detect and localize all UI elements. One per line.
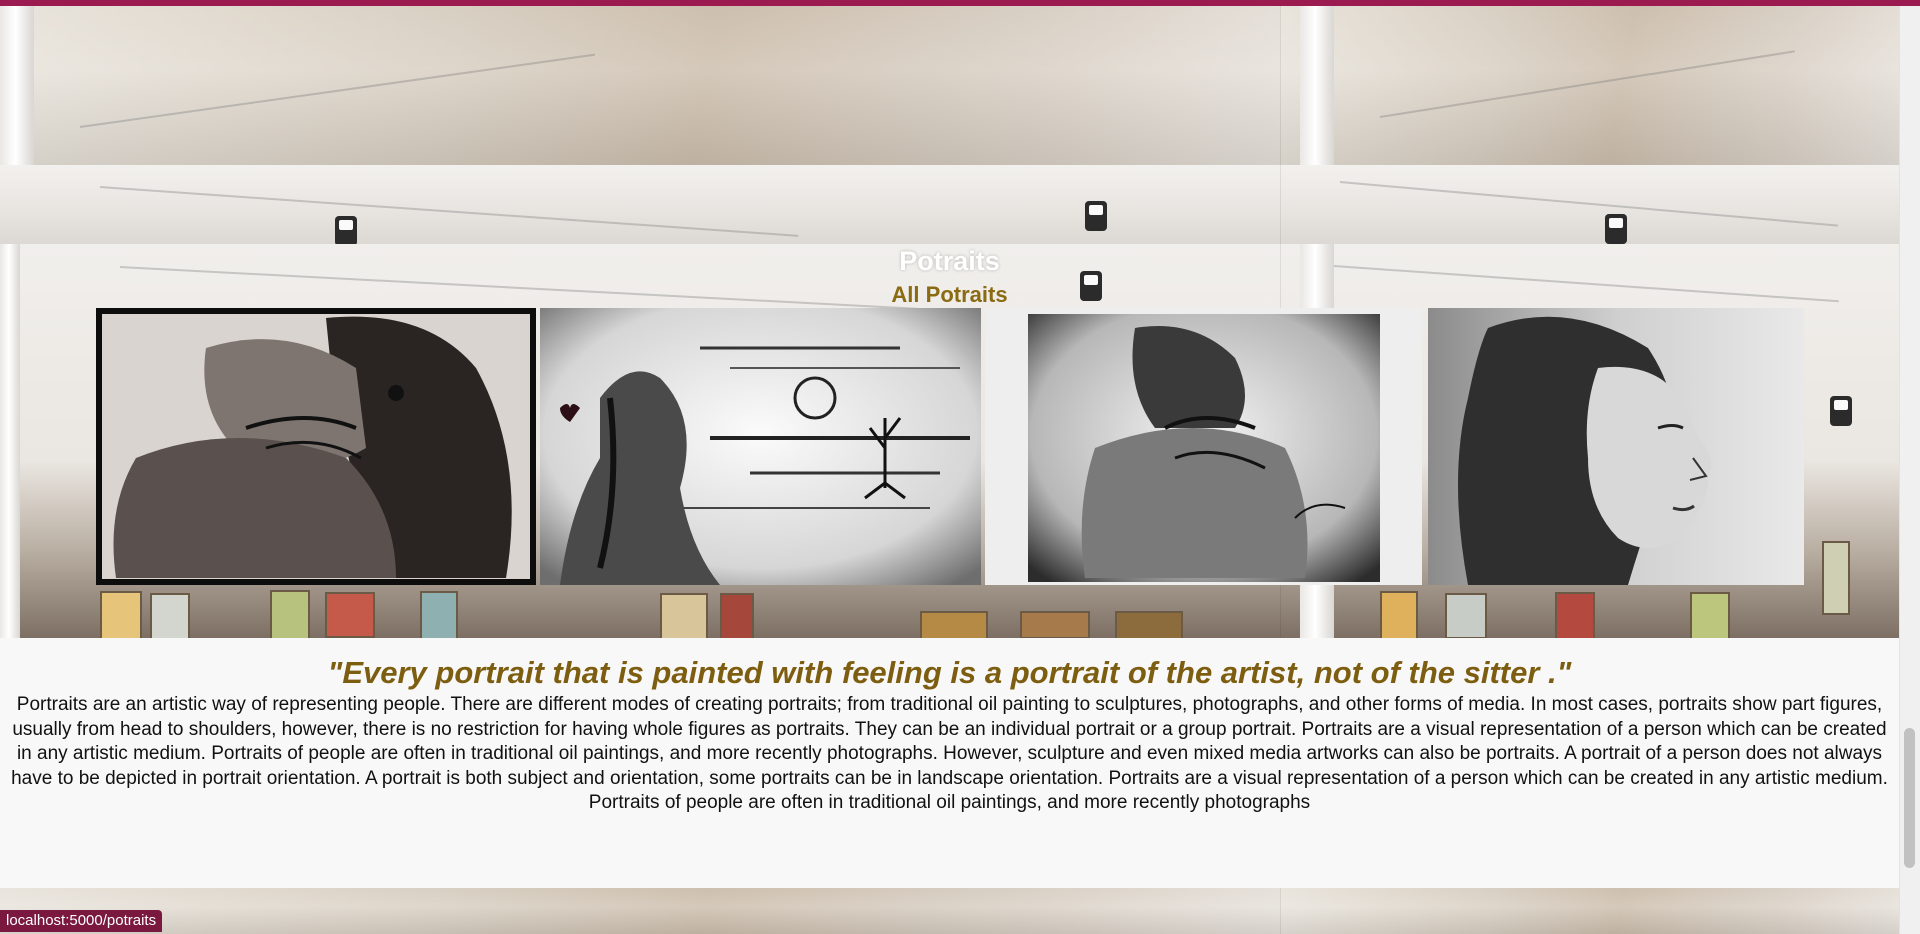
status-url-tooltip: localhost:5000/potraits: [0, 910, 163, 932]
portrait-image-1: [96, 308, 536, 585]
page-subtitle: All Potraits: [891, 282, 1008, 307]
page-title: Potraits: [899, 246, 1000, 276]
portrait-card-3[interactable]: [985, 308, 1422, 585]
portrait-image-4: [1428, 308, 1804, 585]
scrollbar-thumb[interactable]: [1904, 728, 1915, 868]
portrait-card-1[interactable]: [96, 308, 536, 585]
portrait-card-2[interactable]: [540, 308, 981, 585]
portrait-card-4[interactable]: [1428, 308, 1804, 585]
top-accent-bar: [0, 0, 1920, 6]
portrait-image-2: [540, 308, 981, 585]
quote-text: "Every portrait that is painted with fee…: [327, 655, 1572, 690]
description-text: Portraits are an artistic way of represe…: [11, 694, 1888, 813]
portrait-image-3: [985, 308, 1422, 585]
